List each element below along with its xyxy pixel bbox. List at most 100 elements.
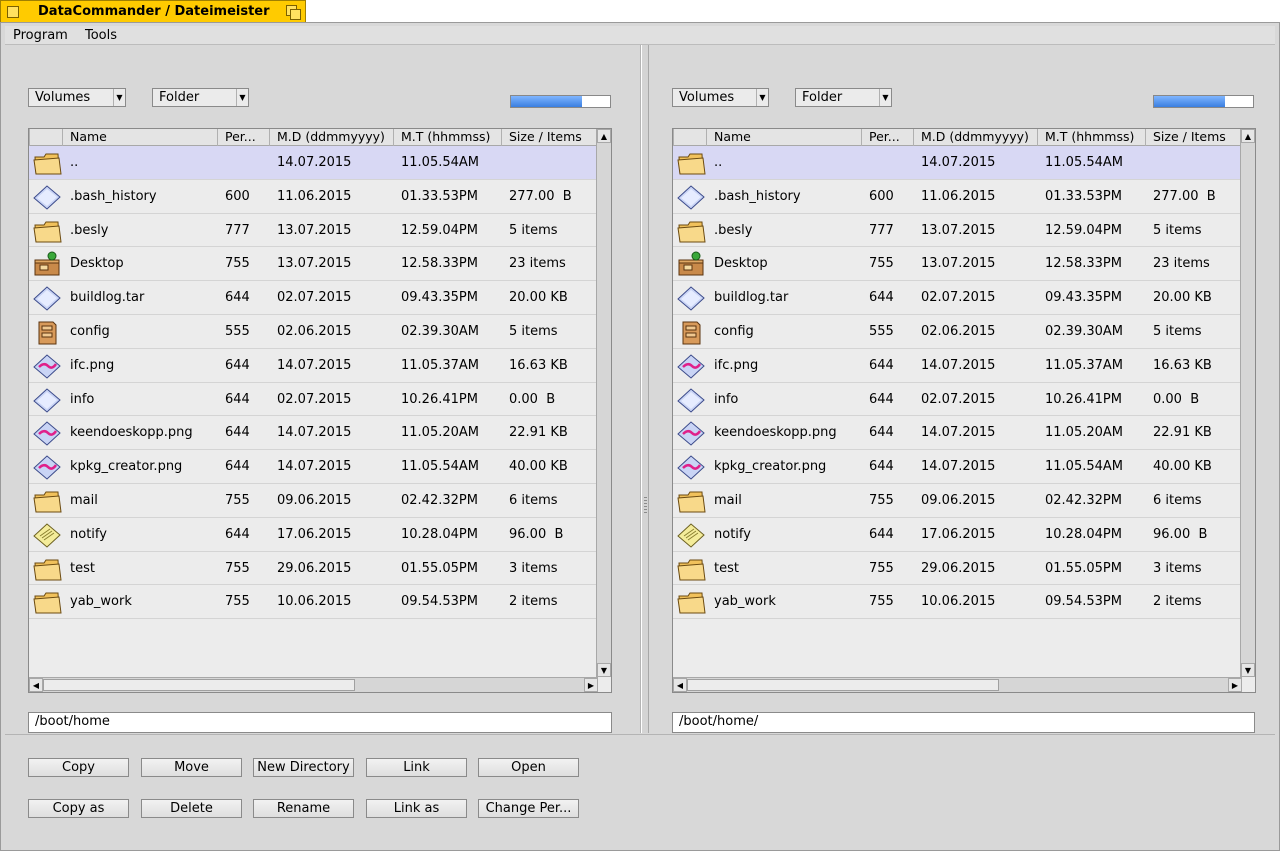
table-row[interactable]: test 755 29.06.2015 01.55.05PM 3 items [673, 552, 1241, 586]
rename-button[interactable]: Rename [253, 799, 354, 818]
file-permissions: 755 [869, 492, 894, 508]
file-date: 02.06.2015 [921, 323, 996, 339]
file-time: 12.59.04PM [401, 222, 478, 238]
scroll-left-icon[interactable]: ◀ [673, 678, 687, 692]
scroll-right-icon[interactable]: ▶ [584, 678, 598, 692]
table-row[interactable]: ifc.png 644 14.07.2015 11.05.37AM 16.63 KB [673, 349, 1241, 383]
file-time: 12.58.33PM [1045, 256, 1122, 272]
folder-dropdown[interactable]: Folder ▼ [795, 88, 892, 107]
splitter-grip[interactable] [644, 495, 647, 513]
table-row[interactable]: yab_work 755 10.06.2015 09.54.53PM 2 items [29, 585, 597, 620]
horizontal-scroll-thumb[interactable] [687, 679, 999, 691]
file-permissions: 755 [225, 594, 250, 610]
horizontal-scrollbar[interactable]: ◀ ▶ [673, 677, 1242, 692]
table-row[interactable]: kpkg_creator.png 644 14.07.2015 11.05.54AM 4… [29, 450, 597, 484]
scroll-right-icon[interactable]: ▶ [1228, 678, 1242, 692]
volumes-dropdown[interactable]: Volumes ▼ [672, 88, 769, 107]
file-date: 13.07.2015 [921, 222, 996, 238]
delete-button[interactable]: Delete [141, 799, 242, 818]
panel-splitter[interactable] [641, 45, 649, 733]
table-row[interactable]: kpkg_creator.png 644 14.07.2015 11.05.54AM 4… [673, 450, 1241, 484]
file-size: 23 items [1153, 256, 1210, 272]
table-row[interactable]: config 555 02.06.2015 02.39.30AM 5 items [673, 315, 1241, 349]
column-icon[interactable] [673, 129, 706, 146]
change-permissions-button[interactable]: Change Per... [478, 799, 579, 818]
menu-tools[interactable]: Tools [85, 28, 117, 43]
table-row[interactable]: .. 14.07.2015 11.05.54AM [673, 146, 1241, 180]
column-size[interactable]: Size / Items [501, 129, 597, 146]
file-date: 29.06.2015 [277, 560, 352, 576]
table-row[interactable]: .besly 777 13.07.2015 12.59.04PM 5 items [29, 214, 597, 248]
table-row[interactable]: keendoeskopp.png 644 14.07.2015 11.05.20AM 2… [29, 416, 597, 451]
vertical-scrollbar[interactable]: ▲ ▼ [596, 129, 611, 677]
copy-as-button[interactable]: Copy as [28, 799, 129, 818]
horizontal-scroll-thumb[interactable] [43, 679, 355, 691]
link-as-button[interactable]: Link as [366, 799, 467, 818]
table-row[interactable]: info 644 02.07.2015 10.26.41PM 0.00 B [673, 383, 1241, 417]
close-icon[interactable] [7, 6, 19, 18]
table-row[interactable]: test 755 29.06.2015 01.55.05PM 3 items [29, 552, 597, 586]
file-time: 09.43.35PM [1045, 290, 1122, 306]
table-row[interactable]: notify 644 17.06.2015 10.28.04PM 96.00 B [673, 518, 1241, 552]
column-name[interactable]: Name [706, 129, 861, 146]
column-date[interactable]: M.D (ddmmyyyy) [913, 129, 1037, 146]
left-panel: Volumes ▼ Folder ▼ Name Per... M.D (ddmm… [5, 45, 641, 733]
column-size[interactable]: Size / Items [1145, 129, 1241, 146]
table-row[interactable]: ifc.png 644 14.07.2015 11.05.37AM 16.63 KB [29, 349, 597, 383]
file-permissions: 755 [225, 256, 250, 272]
file-time: 01.33.53PM [401, 188, 478, 204]
scroll-up-icon[interactable]: ▲ [1241, 129, 1255, 143]
file-name: test [70, 560, 95, 576]
file-icon [676, 386, 706, 414]
column-permissions[interactable]: Per... [861, 129, 913, 146]
open-button[interactable]: Open [478, 758, 579, 777]
table-row[interactable]: buildlog.tar 644 02.07.2015 09.43.35PM 20.00… [673, 281, 1241, 315]
vertical-scrollbar[interactable]: ▲ ▼ [1240, 129, 1255, 677]
table-row[interactable]: yab_work 755 10.06.2015 09.54.53PM 2 items [673, 585, 1241, 620]
window-tab[interactable]: DataCommander / Dateimeister [0, 0, 306, 22]
column-date[interactable]: M.D (ddmmyyyy) [269, 129, 393, 146]
table-row[interactable]: Desktop 755 13.07.2015 12.58.33PM 23 items [29, 247, 597, 282]
table-row[interactable]: .. 14.07.2015 11.05.54AM [29, 146, 597, 180]
table-row[interactable]: keendoeskopp.png 644 14.07.2015 11.05.20AM 2… [673, 416, 1241, 451]
table-row[interactable]: config 555 02.06.2015 02.39.30AM 5 items [29, 315, 597, 349]
column-icon[interactable] [29, 129, 62, 146]
table-row[interactable]: .bash_history 600 11.06.2015 01.33.53PM 277.… [673, 180, 1241, 214]
scroll-up-icon[interactable]: ▲ [597, 129, 611, 143]
table-row[interactable]: notify 644 17.06.2015 10.28.04PM 96.00 B [29, 518, 597, 552]
table-row[interactable]: Desktop 755 13.07.2015 12.58.33PM 23 items [673, 247, 1241, 282]
table-row[interactable]: .bash_history 600 11.06.2015 01.33.53PM 277.… [29, 180, 597, 214]
scroll-down-icon[interactable]: ▼ [1241, 663, 1255, 677]
volumes-dropdown[interactable]: Volumes ▼ [28, 88, 126, 107]
move-button[interactable]: Move [141, 758, 242, 777]
image-icon [32, 453, 62, 481]
column-permissions[interactable]: Per... [217, 129, 269, 146]
table-row[interactable]: buildlog.tar 644 02.07.2015 09.43.35PM 20.00… [29, 281, 597, 315]
column-time[interactable]: M.T (hhmmss) [393, 129, 501, 146]
path-field[interactable]: /boot/home/ [672, 712, 1255, 733]
file-icon [676, 284, 706, 312]
zoom-icon[interactable] [286, 5, 301, 20]
table-row[interactable]: mail 755 09.06.2015 02.42.32PM 6 items [673, 484, 1241, 518]
copy-button[interactable]: Copy [28, 758, 129, 777]
volume-usage-fill [1154, 96, 1226, 107]
link-button[interactable]: Link [366, 758, 467, 777]
file-name: mail [70, 492, 98, 508]
table-row[interactable]: .besly 777 13.07.2015 12.59.04PM 5 items [673, 214, 1241, 248]
scroll-left-icon[interactable]: ◀ [29, 678, 43, 692]
file-size: 2 items [1153, 594, 1202, 610]
menu-program[interactable]: Program [13, 28, 68, 43]
text-icon [32, 521, 62, 549]
file-time: 09.54.53PM [401, 594, 478, 610]
horizontal-scrollbar[interactable]: ◀ ▶ [29, 677, 598, 692]
table-row[interactable]: mail 755 09.06.2015 02.42.32PM 6 items [29, 484, 597, 518]
scroll-down-icon[interactable]: ▼ [597, 663, 611, 677]
column-name[interactable]: Name [62, 129, 217, 146]
column-time[interactable]: M.T (hhmmss) [1037, 129, 1145, 146]
table-row[interactable]: info 644 02.07.2015 10.26.41PM 0.00 B [29, 383, 597, 417]
file-time: 11.05.54AM [1045, 459, 1123, 475]
file-time: 02.42.32PM [401, 492, 478, 508]
path-field[interactable]: /boot/home [28, 712, 612, 733]
folder-dropdown[interactable]: Folder ▼ [152, 88, 249, 107]
new-directory-button[interactable]: New Directory [253, 758, 354, 777]
